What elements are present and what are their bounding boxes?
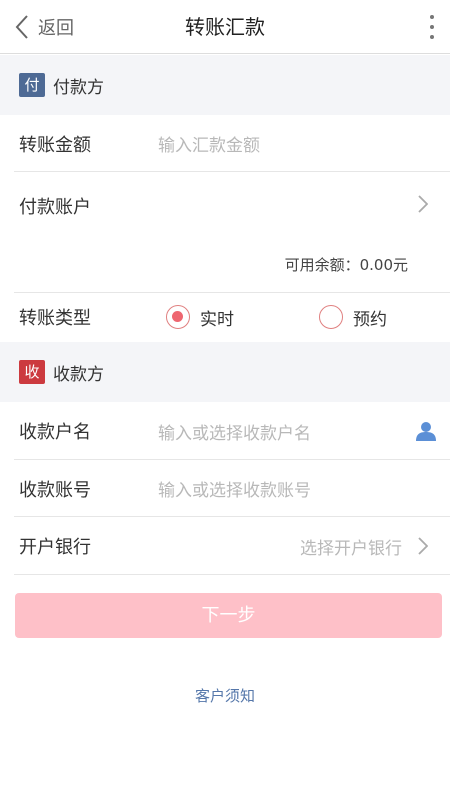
more-vertical-icon	[430, 15, 434, 19]
amount-row[interactable]: 转账金额 输入汇款金额	[0, 115, 450, 172]
page-title: 转账汇款	[185, 15, 265, 39]
payee-name-input[interactable]: 输入或选择收款户名	[158, 419, 311, 444]
payer-account-label: 付款账户	[19, 197, 91, 218]
amount-input[interactable]: 输入汇款金额	[158, 131, 260, 156]
payee-account-row[interactable]: 收款账号 输入或选择收款账号	[0, 460, 450, 517]
radio-circle	[319, 305, 343, 329]
transfer-type-label: 转账类型	[19, 308, 91, 329]
radio-circle	[166, 305, 190, 329]
bank-label: 开户银行	[19, 537, 91, 558]
radio-label: 预约	[353, 309, 387, 330]
divider	[14, 574, 450, 575]
payee-account-label: 收款账号	[19, 479, 91, 501]
payee-badge: 收	[19, 360, 45, 384]
chevron-right-icon	[418, 537, 428, 555]
available-balance: 可用余额：0.00元	[284, 256, 408, 274]
next-step-button[interactable]: 下一步	[15, 593, 442, 638]
payee-name-row[interactable]: 收款户名 输入或选择收款户名	[0, 402, 450, 460]
chevron-right-icon	[418, 195, 428, 213]
more-menu-button[interactable]	[428, 15, 436, 39]
person-icon[interactable]	[415, 421, 437, 441]
radio-label: 实时	[200, 309, 234, 330]
transfer-type-row: 转账类型 实时 预约	[0, 293, 450, 341]
payee-section-header: 收 收款方	[0, 342, 450, 402]
customer-notice-link[interactable]: 客户须知	[0, 685, 450, 706]
payer-section-header: 付 付款方	[0, 55, 450, 115]
payee-section-label: 收款方	[53, 364, 104, 385]
payer-badge: 付	[19, 73, 45, 97]
bank-select[interactable]: 选择开户银行	[300, 534, 402, 559]
radio-realtime[interactable]: 实时	[166, 305, 234, 330]
payee-account-input[interactable]: 输入或选择收款账号	[158, 476, 311, 501]
top-bar: 返回 转账汇款	[0, 0, 450, 54]
bank-row[interactable]: 开户银行 选择开户银行	[0, 517, 450, 575]
balance-row: 可用余额：0.00元	[0, 236, 450, 293]
payee-name-label: 收款户名	[19, 422, 91, 443]
radio-selected-dot	[172, 311, 183, 322]
amount-label: 转账金额	[19, 134, 91, 156]
radio-scheduled[interactable]: 预约	[319, 305, 387, 330]
payer-account-row[interactable]: 付款账户	[0, 172, 450, 236]
payer-section-label: 付款方	[53, 77, 104, 98]
